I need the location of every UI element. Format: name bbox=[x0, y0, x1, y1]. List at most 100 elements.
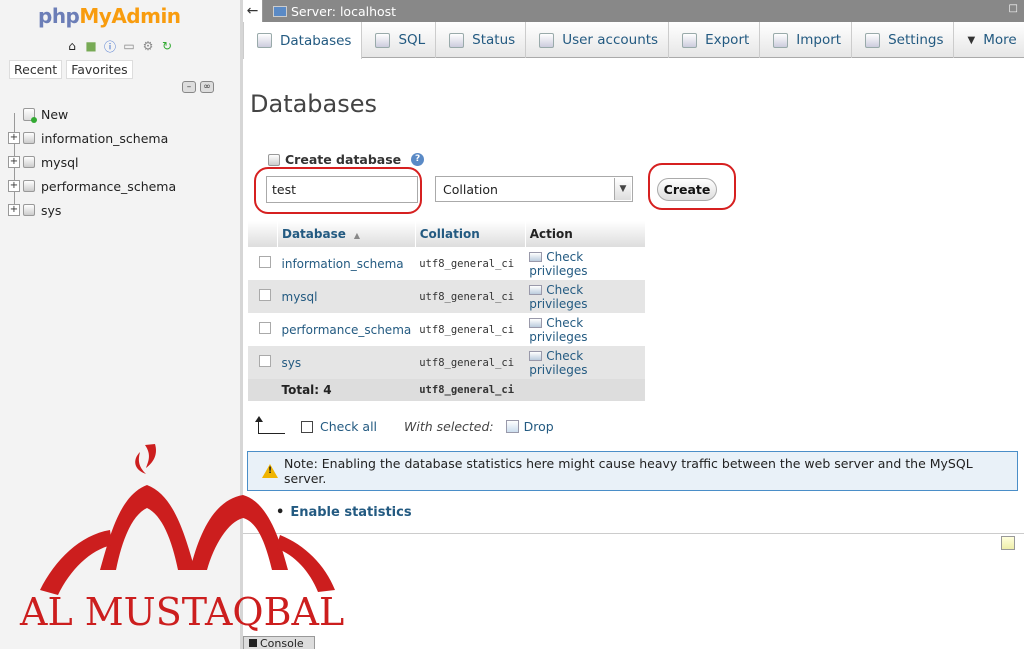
expand-icon[interactable]: + bbox=[8, 156, 20, 168]
table-total-row: Total: 4 utf8_general_ci bbox=[247, 379, 645, 401]
tree-item-label: performance_schema bbox=[41, 178, 177, 194]
server-icon bbox=[273, 5, 287, 17]
collation-value: utf8_general_ci bbox=[415, 313, 526, 346]
divider bbox=[243, 533, 1024, 534]
check-privileges-link[interactable]: Check privileges bbox=[525, 280, 645, 313]
tab-user-accounts[interactable]: User accounts bbox=[526, 22, 670, 58]
tab-export[interactable]: Export bbox=[669, 22, 761, 58]
recent-button[interactable]: Recent bbox=[9, 60, 63, 79]
expand-icon[interactable]: + bbox=[8, 132, 20, 144]
sql-icon bbox=[375, 32, 391, 48]
check-privileges-link[interactable]: Check privileges bbox=[525, 346, 645, 379]
tab-settings[interactable]: Settings bbox=[852, 22, 955, 58]
help-icon[interactable]: ? bbox=[411, 153, 425, 166]
page-settings-icon[interactable] bbox=[1001, 536, 1015, 550]
table-row: information_schema utf8_general_ci Check… bbox=[247, 247, 645, 280]
nav-tree-controls: – ∞ bbox=[182, 81, 214, 93]
warning-icon bbox=[262, 464, 278, 478]
row-checkbox[interactable] bbox=[258, 322, 271, 334]
drop-icon bbox=[505, 420, 519, 433]
help-icon[interactable]: ⓘ bbox=[102, 38, 118, 54]
nav-icon-bar: ⌂ ■ ⓘ ▭ ⚙ ↻ bbox=[64, 38, 175, 54]
nav-recent-favorites: Recent Favorites bbox=[9, 60, 133, 79]
database-icon bbox=[257, 33, 272, 48]
window-maximize-icon[interactable]: □ bbox=[1009, 3, 1018, 14]
database-icon bbox=[268, 153, 280, 166]
chevron-down-icon[interactable]: ▼ bbox=[614, 178, 631, 200]
collation-select[interactable]: Collation ▼ bbox=[435, 176, 633, 202]
database-link[interactable]: performance_schema bbox=[277, 313, 416, 346]
database-link[interactable]: sys bbox=[277, 346, 416, 379]
tab-status[interactable]: Status bbox=[436, 22, 527, 58]
database-link[interactable]: mysql bbox=[277, 280, 416, 313]
check-all-label[interactable]: Check all bbox=[320, 419, 377, 434]
privileges-icon bbox=[529, 252, 543, 262]
expand-icon[interactable]: + bbox=[8, 180, 20, 192]
server-breadcrumb[interactable]: Server: localhost bbox=[291, 4, 396, 19]
sort-asc-icon: ▲ bbox=[353, 231, 361, 240]
bulk-actions: Check all With selected: Drop bbox=[255, 415, 554, 434]
column-header-collation[interactable]: Collation bbox=[414, 221, 526, 247]
check-all-checkbox[interactable] bbox=[301, 420, 313, 433]
drop-button[interactable]: Drop bbox=[524, 419, 554, 434]
tree-item-performance-schema[interactable]: + performance_schema bbox=[8, 174, 176, 198]
create-database-legend: Create database ? bbox=[268, 152, 425, 167]
tab-sql[interactable]: SQL bbox=[362, 22, 437, 58]
total-collation: utf8_general_ci bbox=[415, 379, 526, 401]
console-toggle[interactable]: Console bbox=[243, 636, 315, 650]
statistics-note: Note: Enabling the database statistics h… bbox=[247, 451, 1018, 491]
tree-item-sys[interactable]: + sys bbox=[8, 198, 176, 222]
database-icon bbox=[23, 204, 35, 216]
tree-item-information-schema[interactable]: + information_schema bbox=[8, 126, 176, 150]
collapse-all-icon[interactable]: – bbox=[182, 81, 196, 93]
check-privileges-link[interactable]: Check privileges bbox=[525, 313, 645, 346]
database-link[interactable]: information_schema bbox=[277, 247, 416, 280]
enable-statistics-link[interactable]: Enable statistics bbox=[276, 505, 411, 520]
gear-icon[interactable]: ⚙ bbox=[140, 38, 156, 54]
database-icon bbox=[23, 132, 35, 144]
highlight-annotation bbox=[648, 163, 736, 210]
database-tree: New + information_schema + mysql + perfo… bbox=[8, 102, 176, 222]
privileges-icon bbox=[529, 351, 543, 361]
reload-icon[interactable]: ↻ bbox=[159, 38, 175, 54]
table-row: mysql utf8_general_ci Check privileges bbox=[247, 280, 645, 313]
server-breadcrumb-bar: ← Server: localhost □ bbox=[243, 0, 1024, 22]
tab-more[interactable]: ▼ More bbox=[954, 22, 1024, 58]
tab-import[interactable]: Import bbox=[760, 22, 853, 58]
privileges-icon bbox=[529, 285, 543, 295]
privileges-icon bbox=[529, 318, 543, 328]
row-checkbox[interactable] bbox=[258, 256, 271, 268]
phpmyadmin-logo[interactable]: phpMyAdmin bbox=[38, 4, 181, 28]
tab-databases[interactable]: Databases bbox=[243, 22, 363, 59]
row-checkbox[interactable] bbox=[258, 289, 271, 301]
home-icon[interactable]: ⌂ bbox=[64, 38, 80, 54]
back-arrow-icon[interactable]: ← bbox=[243, 0, 263, 22]
users-icon bbox=[539, 32, 555, 48]
table-row: sys utf8_general_ci Check privileges bbox=[247, 346, 645, 379]
tree-item-label: New bbox=[41, 106, 69, 122]
expand-icon[interactable]: + bbox=[8, 204, 20, 216]
row-checkbox[interactable] bbox=[258, 355, 271, 367]
documentation-icon[interactable]: ▭ bbox=[121, 38, 137, 54]
column-header-action: Action bbox=[524, 221, 645, 247]
new-database-icon bbox=[23, 107, 37, 123]
link-icon[interactable]: ∞ bbox=[200, 81, 214, 93]
collation-value: utf8_general_ci bbox=[415, 280, 526, 313]
console-icon bbox=[249, 639, 257, 647]
databases-table: Database ▲ Collation Action information_s… bbox=[247, 221, 645, 401]
column-header-database[interactable]: Database ▲ bbox=[277, 221, 416, 247]
tree-item-label: sys bbox=[41, 202, 62, 218]
tree-item-new[interactable]: New bbox=[8, 102, 176, 126]
database-icon bbox=[23, 156, 35, 168]
database-icon bbox=[23, 180, 35, 192]
favorites-button[interactable]: Favorites bbox=[66, 60, 133, 79]
main-menu-tabs: Databases SQL Status User accounts Expor… bbox=[243, 22, 1024, 59]
tree-item-label: mysql bbox=[41, 154, 79, 170]
collation-value: utf8_general_ci bbox=[415, 247, 526, 280]
tree-item-mysql[interactable]: + mysql bbox=[8, 150, 176, 174]
logout-icon[interactable]: ■ bbox=[83, 38, 99, 54]
check-privileges-link[interactable]: Check privileges bbox=[525, 247, 645, 280]
nav-resize-handle[interactable] bbox=[240, 0, 243, 649]
arrow-up-icon bbox=[255, 415, 285, 434]
page-title: Databases bbox=[250, 90, 378, 118]
